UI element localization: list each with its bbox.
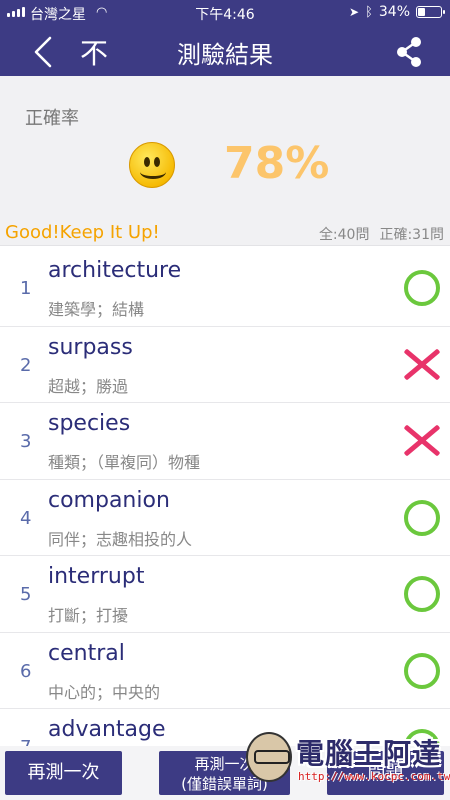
- status-bar: 台灣之星 ◠ 下午4:46 ➤ ᛒ 34%: [0, 0, 450, 28]
- result-row[interactable]: 2 surpass 超越；勝過: [0, 326, 450, 403]
- result-row[interactable]: 6 central 中心的；中央的: [0, 632, 450, 709]
- bottom-toolbar: 再測一次 再測一次 (僅錯誤單詞) 問題: [0, 746, 450, 800]
- result-definition: 中心的；中央的: [48, 682, 161, 702]
- result-word: species: [48, 411, 131, 436]
- retest-wrong-line1: 再測一次: [194, 755, 255, 773]
- result-row[interactable]: 3 species 種類；（單複同）物種: [0, 403, 450, 480]
- result-number: 6: [20, 660, 32, 682]
- result-list[interactable]: 1 architecture 建築學；結構 2 surpass 超越；勝過 3 species…: [0, 250, 450, 750]
- location-arrow-icon: ➤: [349, 5, 360, 19]
- result-word: surpass: [48, 334, 133, 360]
- result-definition: 同伴；志趣相投的人: [48, 529, 193, 549]
- next-question-button[interactable]: 問題: [327, 751, 444, 795]
- result-definition: 建築學；結構: [48, 300, 145, 319]
- result-row[interactable]: 5 interrupt 打斷；打擾: [0, 556, 450, 633]
- accuracy-percent: 78%: [224, 138, 330, 189]
- retest-wrong-only-button[interactable]: 再測一次 (僅錯誤單詞): [159, 751, 290, 795]
- result-word: advantage: [48, 717, 166, 742]
- smiley-icon: [129, 142, 175, 188]
- question-counts: 全:40問 正確:31問: [319, 224, 444, 244]
- result-word: central: [48, 640, 125, 666]
- result-definition: 種類；（單複同）物種: [48, 453, 201, 472]
- correct-circle-icon: [404, 270, 440, 306]
- correct-circle-icon: [404, 652, 440, 689]
- result-number: 2: [20, 354, 32, 376]
- accuracy-label: 正確率: [25, 108, 79, 129]
- retest-wrong-line2: (僅錯誤單詞): [181, 775, 268, 793]
- wrong-cross-icon: [404, 347, 440, 383]
- navigation-bar: 不 測驗結果: [0, 28, 450, 76]
- encouragement-message: Good!Keep It Up!: [5, 222, 160, 243]
- wrong-cross-icon: [404, 423, 440, 459]
- page-title: 測驗結果: [177, 41, 273, 69]
- retest-button[interactable]: 再測一次: [5, 751, 122, 795]
- result-row[interactable]: 7 advantage: [0, 709, 450, 750]
- result-definition: 超越；勝過: [48, 376, 129, 396]
- battery-percent: 34%: [378, 4, 410, 20]
- result-row[interactable]: 4 companion 同伴；志趣相投的人: [0, 479, 450, 556]
- result-word: architecture: [48, 258, 182, 283]
- result-word: companion: [48, 487, 170, 513]
- correct-count: 正確:31問: [379, 227, 444, 243]
- battery-icon: [416, 6, 445, 18]
- total-count: 全:40問: [318, 227, 370, 243]
- result-word: interrupt: [48, 564, 145, 589]
- result-row[interactable]: 1 architecture 建築學；結構: [0, 250, 450, 327]
- bluetooth-icon: ᛒ: [365, 4, 373, 20]
- result-number: 5: [20, 584, 32, 605]
- score-summary: 正確率 78% Good!Keep It Up! 全:40問 正確:31問: [0, 76, 450, 246]
- result-number: 4: [20, 507, 32, 529]
- correct-circle-icon: [404, 576, 440, 612]
- result-definition: 打斷；打擾: [48, 606, 129, 625]
- correct-circle-icon: [404, 499, 440, 536]
- result-number: 1: [20, 278, 32, 299]
- share-icon[interactable]: [394, 36, 424, 68]
- result-number: 3: [20, 431, 32, 452]
